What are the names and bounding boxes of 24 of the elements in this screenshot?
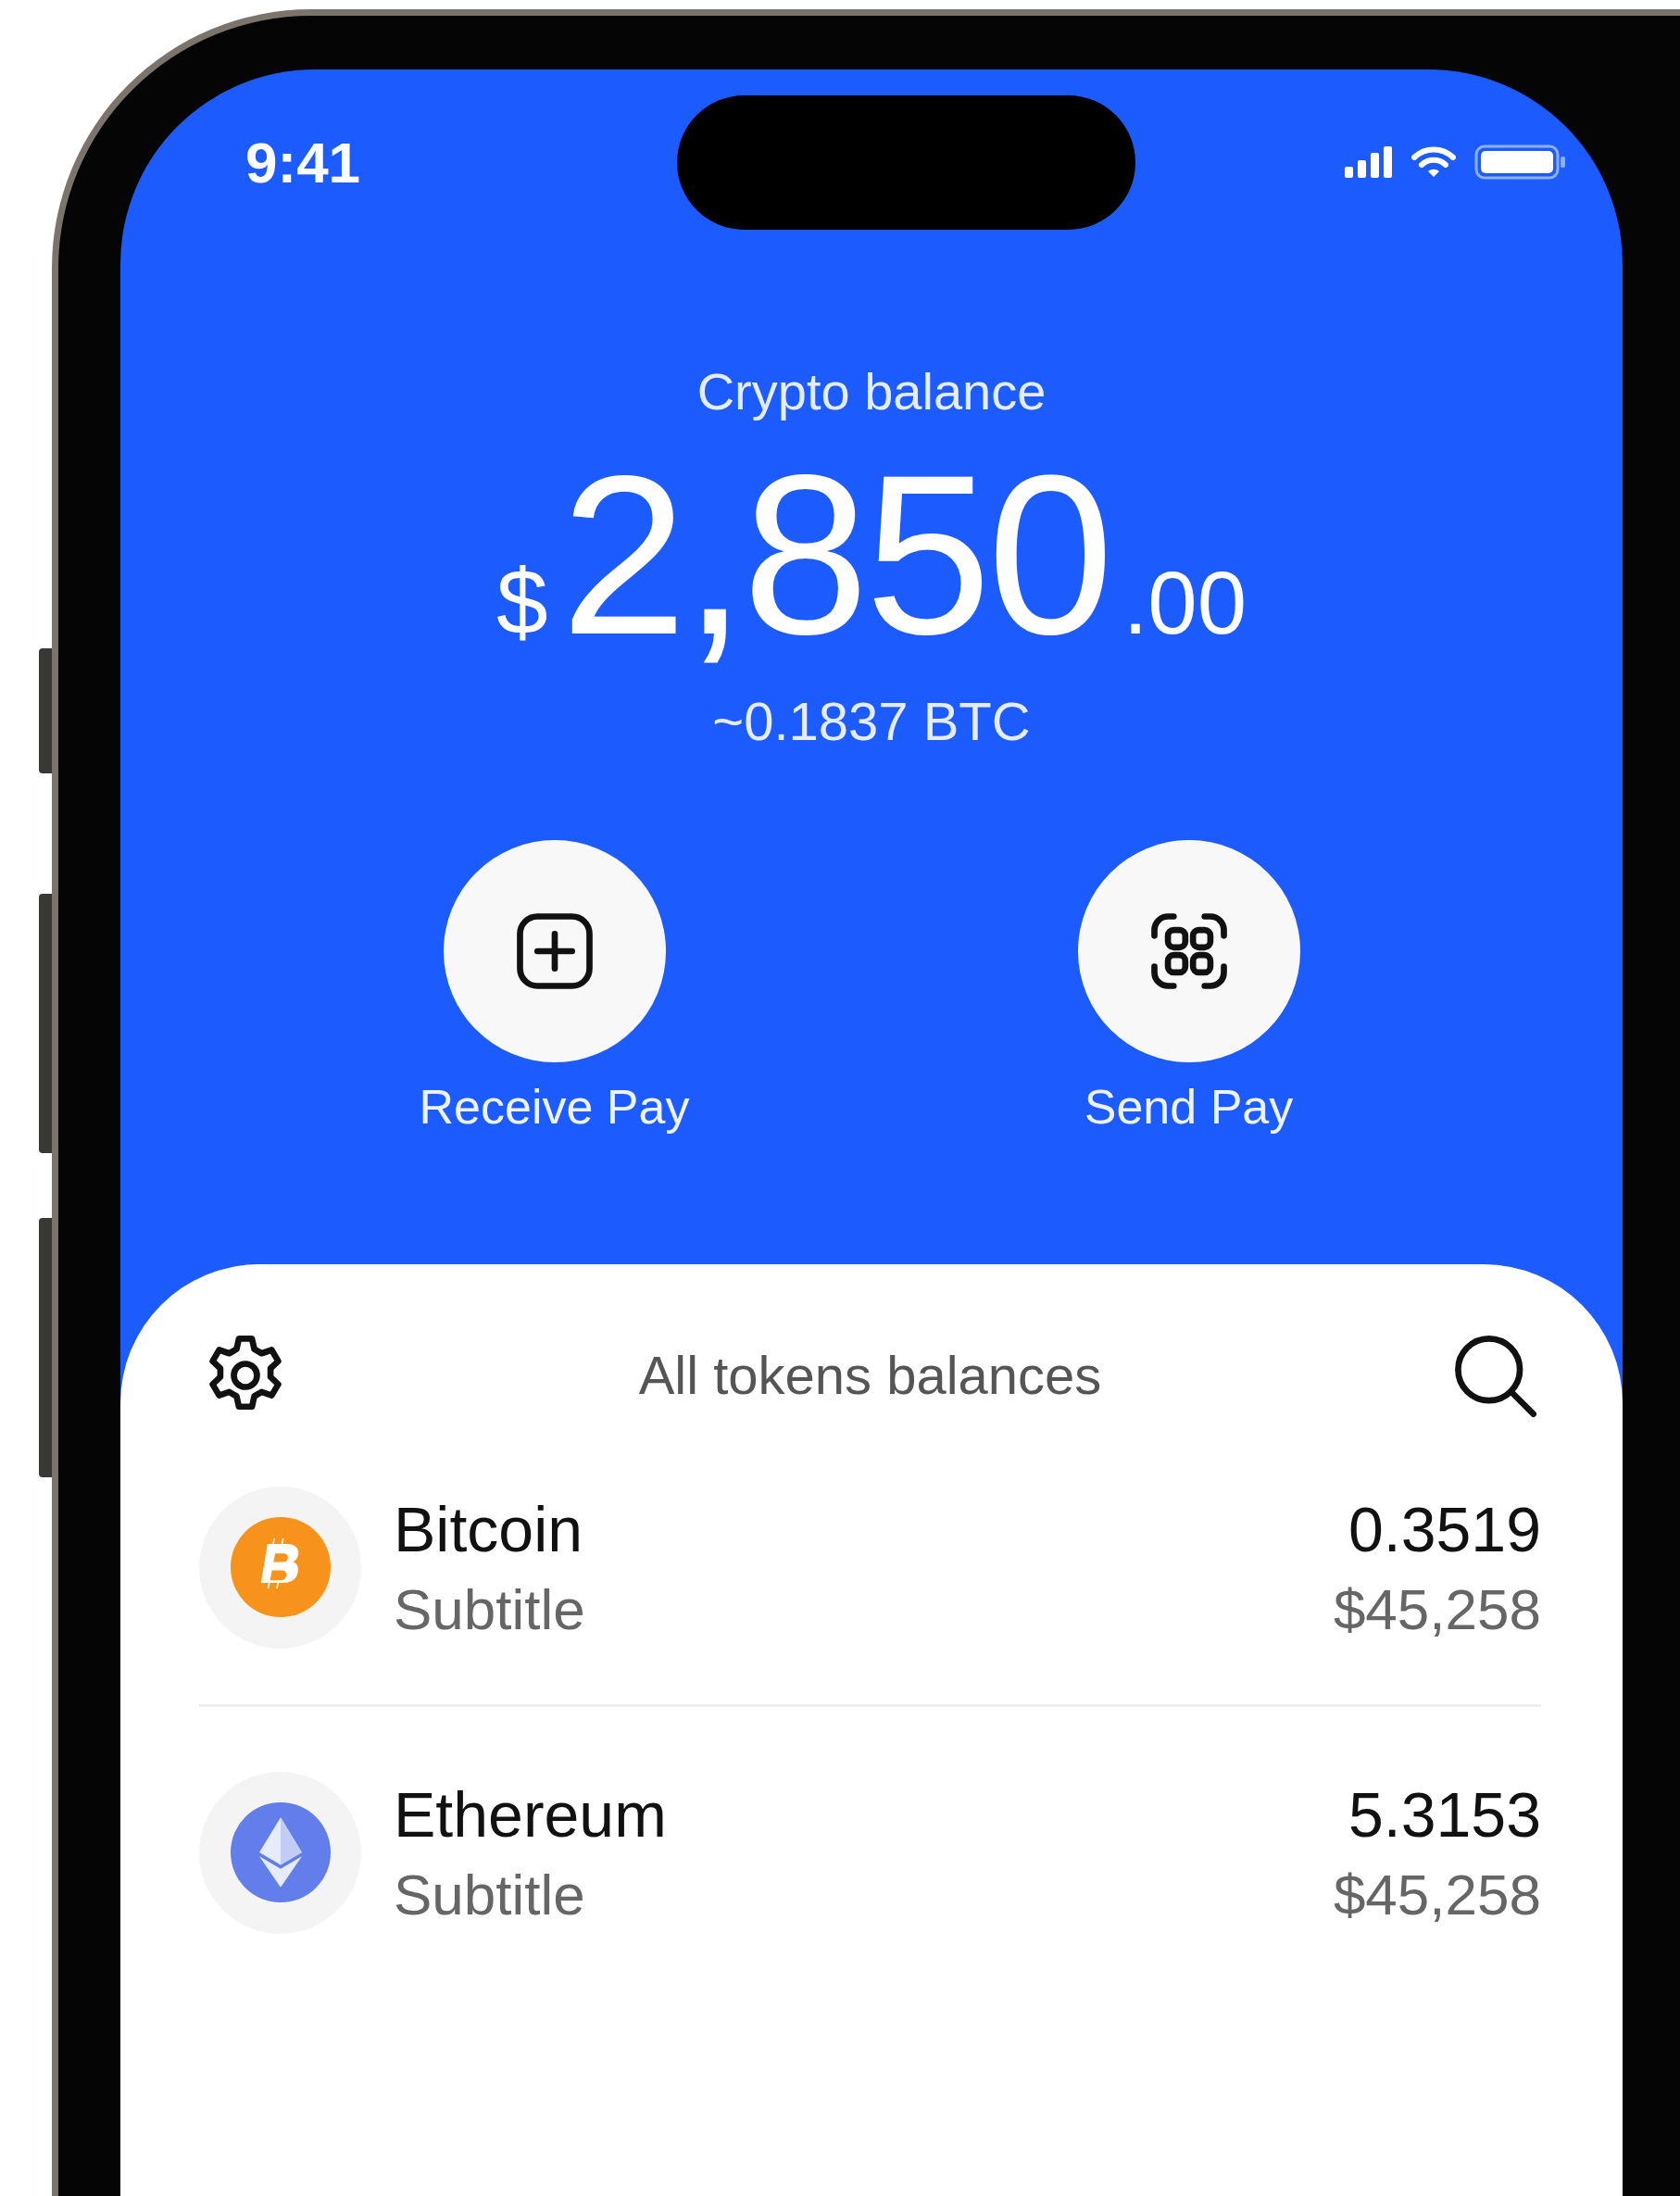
- action-label: Receive Pay: [419, 1078, 690, 1135]
- status-time: 9:41: [245, 129, 362, 195]
- token-value: $45,258: [1333, 1575, 1541, 1642]
- battery-icon: [1474, 144, 1567, 180]
- token-row[interactable]: Ethereum Subtitle 5.3153 $45,258: [199, 1706, 1541, 1989]
- token-subtitle: Subtitle: [394, 1575, 586, 1642]
- token-name: Bitcoin: [394, 1492, 584, 1565]
- balance-cents: .00: [1122, 554, 1247, 652]
- token-value: $45,258: [1333, 1861, 1541, 1927]
- ethereum-icon: [230, 1802, 331, 1902]
- panel-title: All tokens balances: [638, 1344, 1102, 1406]
- btc-equivalent: ~0.1837 BTC: [712, 689, 1031, 752]
- bitcoin-icon: [230, 1517, 331, 1617]
- token-amount: 0.3519: [1348, 1492, 1541, 1565]
- signal-icon: [1345, 146, 1393, 178]
- currency-symbol: $: [495, 550, 548, 652]
- balance-label: Crypto balance: [696, 361, 1047, 421]
- token-subtitle: Subtitle: [394, 1861, 586, 1927]
- wifi-icon: [1411, 146, 1456, 178]
- token-row[interactable]: Bitcoin Subtitle 0.3519 $45,258: [199, 1421, 1541, 1704]
- token-amount: 5.3153: [1348, 1777, 1541, 1851]
- token-name: Ethereum: [394, 1777, 668, 1851]
- action-label: Send Pay: [1084, 1078, 1294, 1135]
- balance-amount: 2,850: [560, 431, 1110, 681]
